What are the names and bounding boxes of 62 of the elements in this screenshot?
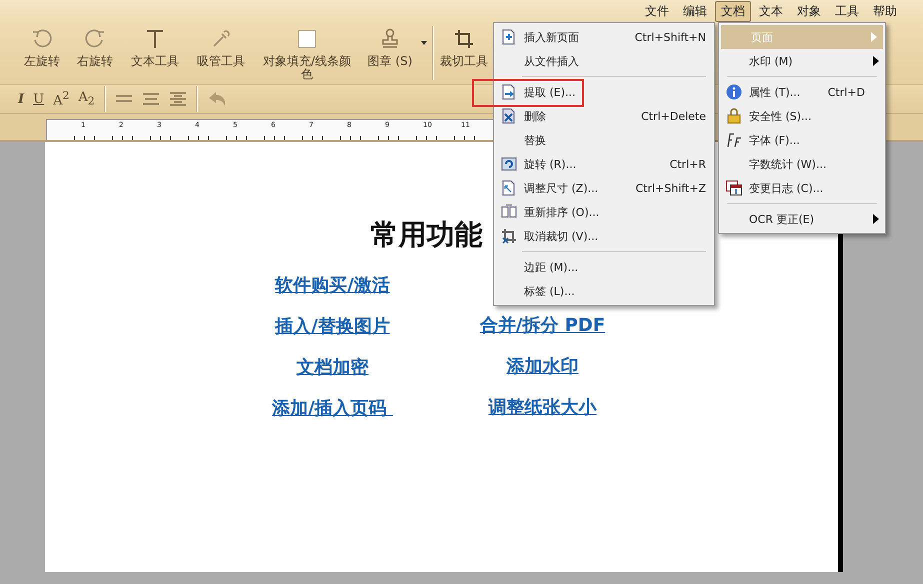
font-icon [725, 132, 743, 148]
crop-icon [453, 28, 475, 50]
menu-bar-item[interactable]: 文本 [753, 0, 789, 22]
text-icon [144, 28, 166, 50]
format-button[interactable]: U [33, 92, 44, 106]
menu-item[interactable]: 字数统计 (W)... [719, 152, 885, 176]
new-page-icon [501, 29, 517, 45]
feature-link[interactable]: 调整纸张大小 [488, 396, 596, 420]
toolbar-button[interactable]: 图章 (S) [366, 28, 414, 78]
menu-item[interactable]: 取消裁切 (V)... [494, 224, 714, 248]
toolbar-button[interactable]: 吸管工具 [193, 28, 249, 78]
delete-page-icon [501, 108, 517, 124]
rotate-page-icon [501, 156, 517, 172]
page-heading: 常用功能 [370, 217, 482, 253]
info-icon [726, 84, 742, 100]
toolbar-button[interactable]: 文本工具 [127, 28, 183, 78]
menu-bar-item[interactable]: 工具 [829, 0, 865, 22]
toolbar-button[interactable]: 右旋转 [71, 28, 119, 78]
menu-item[interactable]: 替换 [494, 128, 714, 152]
toolbar-button[interactable]: 对象填充/线条颜色 [261, 28, 353, 78]
menu-item[interactable]: 标签 (L)... [494, 279, 714, 303]
submenu-arrow-icon [873, 56, 879, 66]
menu-bar-item[interactable]: 文档 [715, 0, 751, 22]
toolbar-button[interactable]: 左旋转 [18, 28, 66, 78]
menu-item[interactable]: 旋转 (R)... Ctrl+R [494, 152, 714, 176]
menu-item[interactable]: 水印 (M) [719, 49, 885, 73]
page-arrow-icon [501, 84, 517, 100]
format-button[interactable]: I [18, 92, 24, 106]
menu-item[interactable]: 调整尺寸 (Z)... Ctrl+Shift+Z [494, 176, 714, 200]
resize-page-icon [501, 180, 517, 196]
menu-item[interactable]: 重新排序 (O)... [494, 200, 714, 224]
align-icon[interactable] [168, 92, 187, 106]
lock-icon [727, 108, 741, 124]
feature-link[interactable]: 添加水印 [506, 355, 578, 379]
submenu-arrow-icon [871, 32, 877, 42]
crop-cancel-icon [501, 228, 517, 244]
menu-bar-item[interactable]: 文件 [639, 0, 675, 22]
menu-item[interactable]: 字体 (F)... [719, 128, 885, 152]
menu-bar-item[interactable]: 对象 [791, 0, 827, 22]
rotate-right-icon [84, 28, 106, 50]
menu-item[interactable]: 从文件插入 [494, 49, 714, 73]
feature-link[interactable]: 插入/替换图片 [275, 315, 390, 339]
menu-item[interactable]: 安全性 (S)... [719, 104, 885, 128]
dropdown-arrow-icon[interactable] [420, 40, 428, 46]
menu-bar-item[interactable]: 编辑 [677, 0, 713, 22]
align-icon[interactable] [142, 92, 160, 106]
format-button[interactable]: A$_{2}$ [78, 90, 95, 108]
fill-color-icon [296, 28, 318, 50]
calendar-icon [726, 180, 742, 196]
feature-link[interactable]: 文档加密 [296, 356, 368, 380]
pages-swap-icon [501, 204, 517, 220]
menu-item[interactable]: 删除 Ctrl+Delete [494, 104, 714, 128]
format-button[interactable]: A$^{2}$ [53, 89, 70, 109]
toolbar-button[interactable]: 裁切工具 [440, 28, 488, 78]
rotate-left-icon [31, 28, 53, 50]
submenu-arrow-icon [873, 214, 879, 224]
feature-link[interactable]: 软件购买/激活 [275, 274, 390, 298]
feature-link[interactable]: 添加/插入页码 [272, 397, 393, 421]
feature-link[interactable]: 合并/拆分 PDF [480, 314, 606, 338]
menu-item[interactable]: 插入新页面 Ctrl+Shift+N [494, 25, 714, 49]
menu-bar-item[interactable]: 帮助 [867, 0, 903, 22]
menu-item[interactable]: 变更日志 (C)... [719, 176, 885, 200]
